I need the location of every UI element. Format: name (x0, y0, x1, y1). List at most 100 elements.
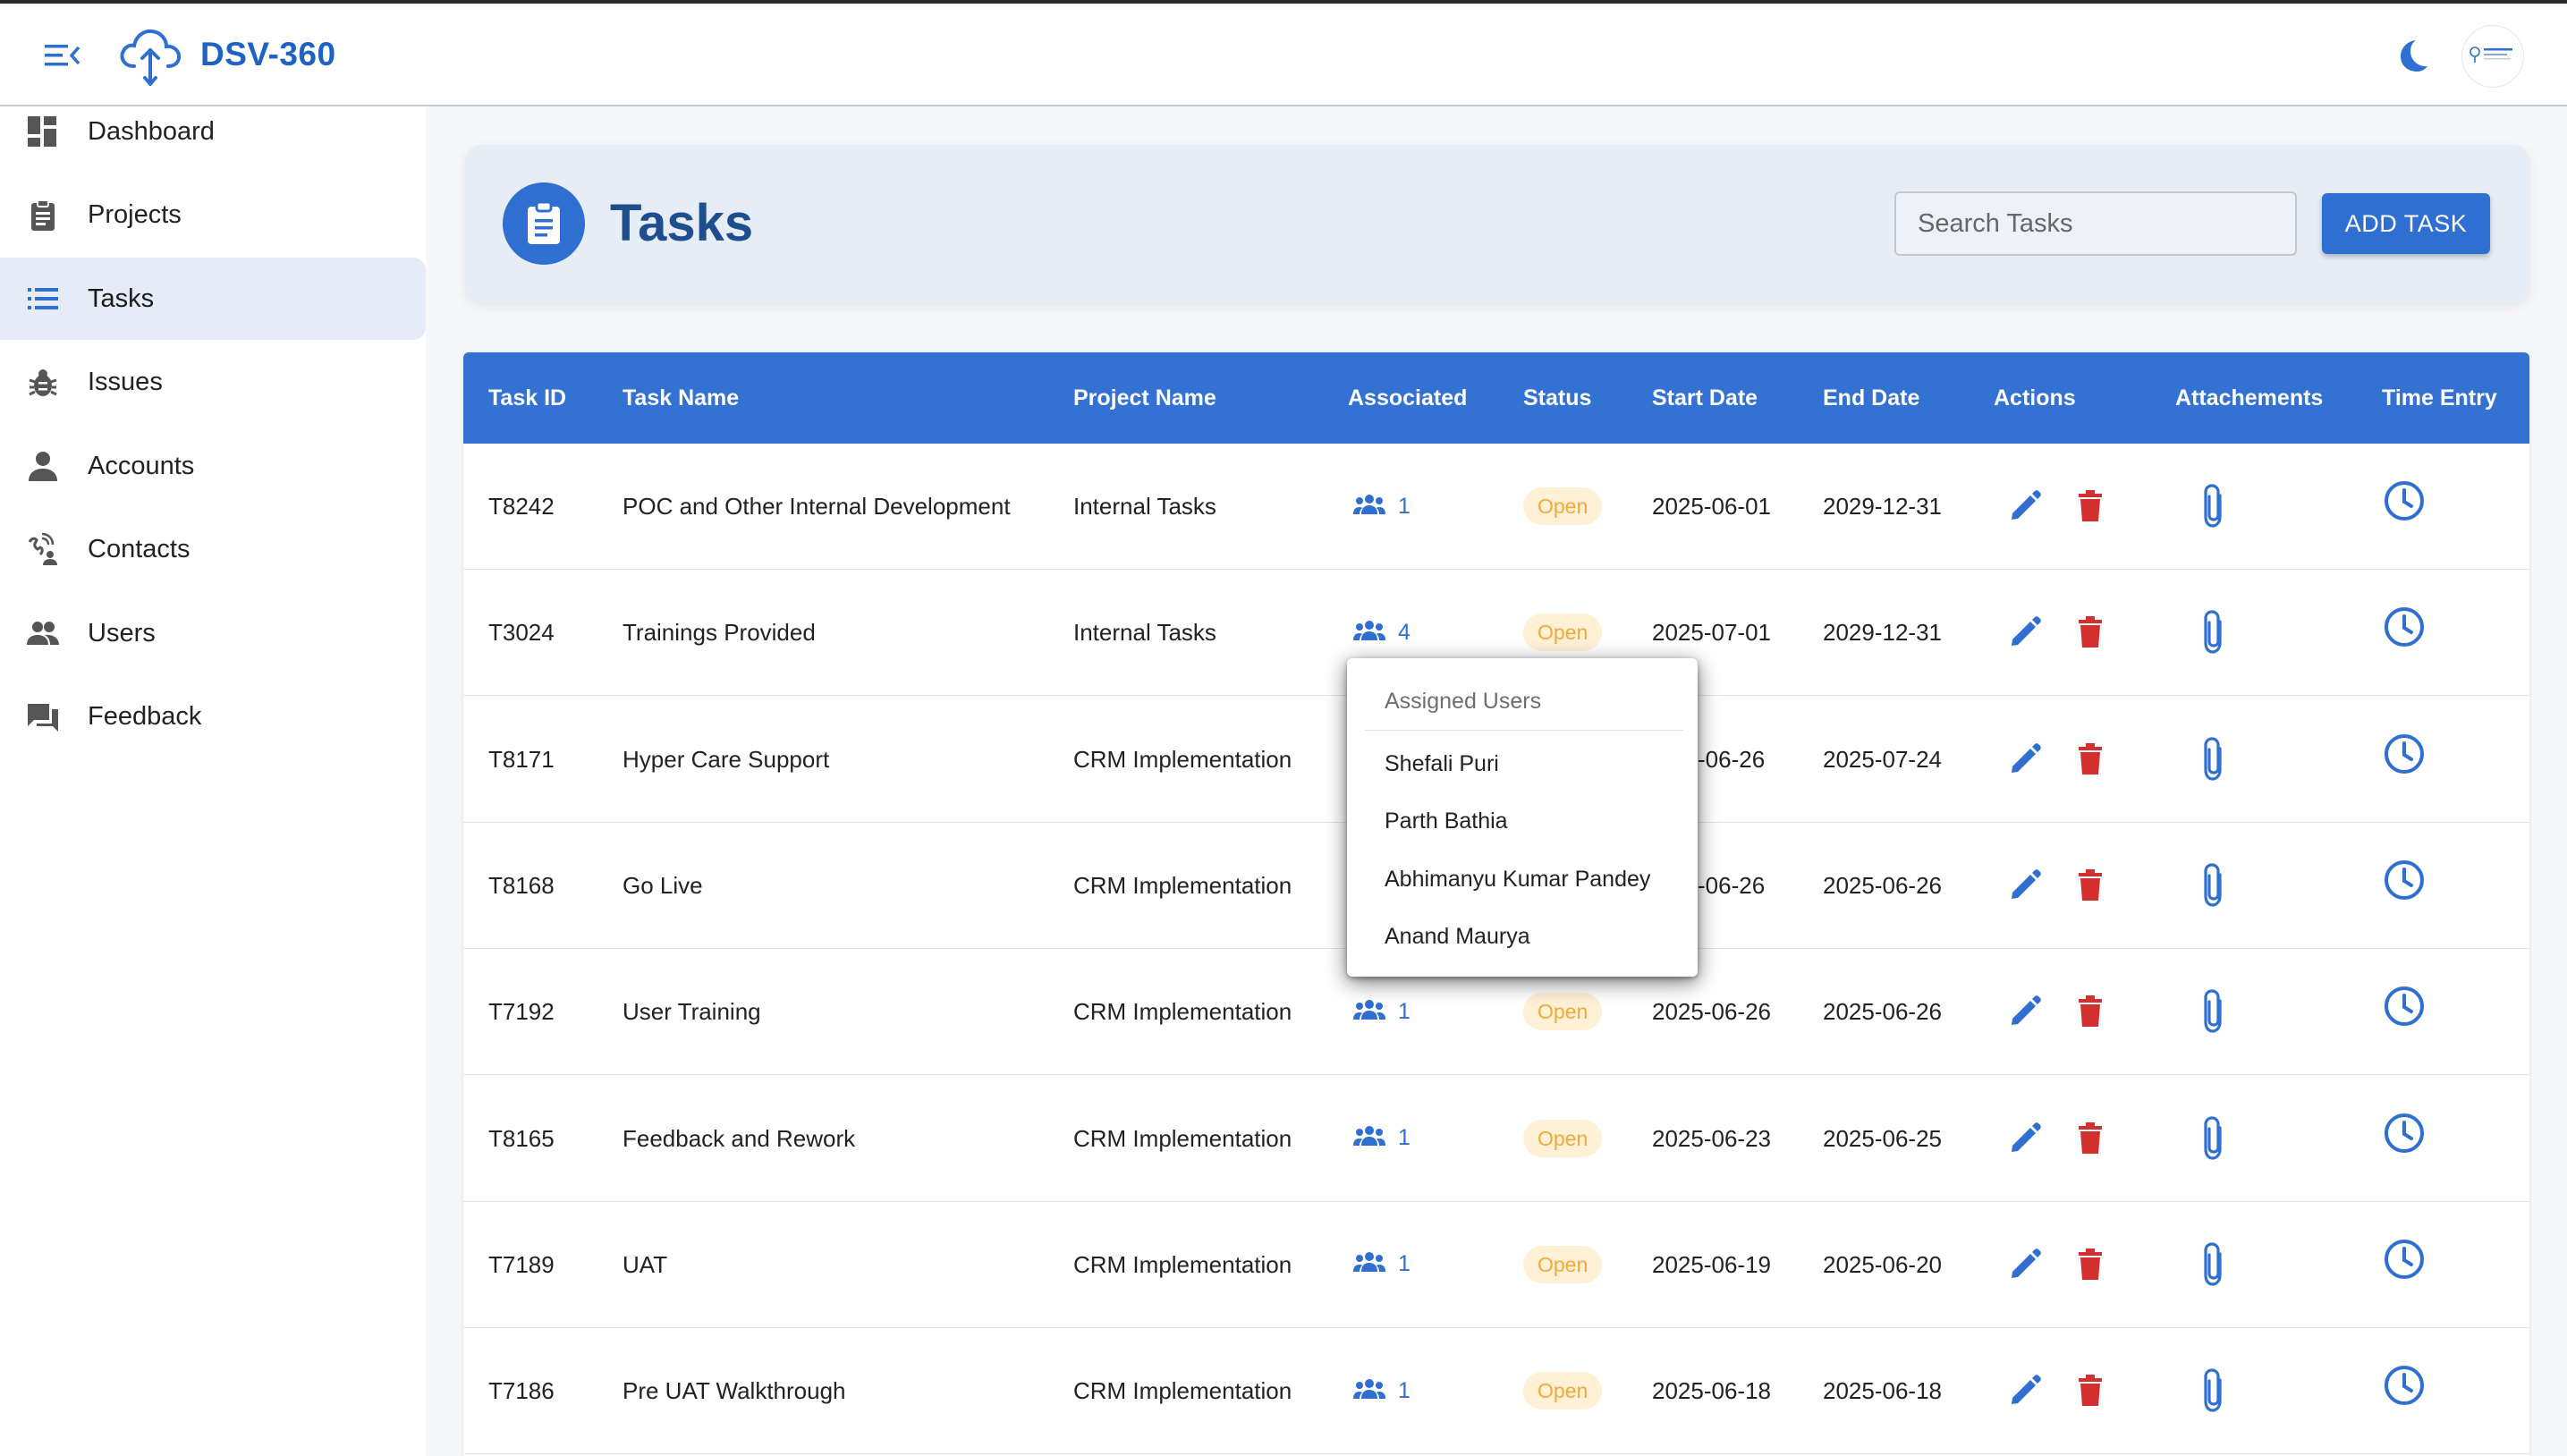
assigned-user[interactable]: Abhimanyu Kumar Pandey (1385, 867, 1650, 893)
table-row[interactable]: T7186 Pre UAT Walkthrough CRM Implementati… (463, 1328, 2529, 1455)
column-header[interactable]: Associated (1348, 352, 1467, 444)
trash-icon[interactable] (2077, 490, 2104, 522)
pencil-icon[interactable] (2008, 1122, 2042, 1155)
add-task-button[interactable]: ADD TASK (2322, 193, 2490, 254)
column-header[interactable]: Task ID (488, 352, 566, 444)
task-id: T7186 (488, 1377, 555, 1405)
table-row[interactable]: T7189 UAT CRM Implementation 1 Open 2025-06-1… (463, 1202, 2529, 1328)
menu-toggle-icon[interactable] (43, 39, 82, 72)
clock-icon[interactable] (2383, 859, 2426, 902)
project-name: Internal Tasks (1073, 619, 1216, 647)
paperclip-icon[interactable] (2198, 988, 2229, 1035)
start-date: -06-26 (1698, 745, 1766, 773)
trash-icon[interactable] (2077, 616, 2104, 648)
paperclip-icon[interactable] (2198, 1241, 2229, 1288)
cloud-upload-icon (114, 21, 186, 89)
search-input[interactable] (1894, 191, 2297, 256)
column-header[interactable]: Start Date (1652, 352, 1758, 444)
pencil-icon[interactable] (2008, 615, 2042, 649)
task-name[interactable]: Hyper Care Support (623, 697, 829, 822)
people-icon (1353, 1378, 1385, 1404)
table-row[interactable]: T8242 POC and Other Internal Development I… (463, 444, 2529, 570)
paperclip-icon[interactable] (2198, 736, 2229, 783)
user-avatar[interactable] (2461, 25, 2524, 88)
trash-icon[interactable] (2077, 1122, 2104, 1155)
sidebar-item-users[interactable]: Users (0, 592, 426, 674)
project-name: CRM Implementation (1073, 1377, 1292, 1405)
clock-icon[interactable] (2383, 732, 2426, 775)
clock-icon[interactable] (2383, 985, 2426, 1028)
sidebar-item-contacts[interactable]: Contacts (0, 509, 426, 591)
associated-users-button[interactable]: 4 (1353, 618, 1411, 647)
task-id: T8168 (488, 871, 555, 899)
paperclip-icon[interactable] (2198, 1367, 2229, 1414)
associated-count: 1 (1398, 998, 1411, 1024)
paperclip-icon[interactable] (2198, 483, 2229, 529)
associated-count: 1 (1398, 1125, 1411, 1150)
pencil-icon[interactable] (2008, 742, 2042, 776)
sidebar-item-label: Dashboard (88, 116, 215, 146)
sidebar-item-dashboard[interactable]: Dashboard (0, 90, 426, 173)
paperclip-icon[interactable] (2198, 862, 2229, 909)
clock-icon[interactable] (2383, 1364, 2426, 1407)
column-header[interactable]: Status (1523, 352, 1591, 444)
pencil-icon[interactable] (2008, 868, 2042, 902)
column-header[interactable]: Task Name (623, 352, 739, 444)
sidebar-item-projects[interactable]: Projects (0, 174, 426, 257)
trash-icon[interactable] (2077, 742, 2104, 775)
assigned-user[interactable]: Parth Bathia (1385, 808, 1508, 834)
chat-icon (25, 699, 61, 735)
task-name[interactable]: Trainings Provided (623, 570, 816, 695)
sidebar-item-issues[interactable]: Issues (0, 342, 426, 424)
assigned-user[interactable]: Anand Maurya (1385, 924, 1530, 950)
clock-icon[interactable] (2383, 1112, 2426, 1155)
task-name[interactable]: Feedback and Rework (623, 1076, 855, 1201)
trash-icon[interactable] (2077, 1375, 2104, 1407)
end-date: 2025-07-24 (1823, 745, 1942, 773)
trash-icon[interactable] (2077, 868, 2104, 902)
sidebar-item-accounts[interactable]: Accounts (0, 425, 426, 507)
task-name[interactable]: UAT (623, 1202, 667, 1327)
clipboard-icon (25, 198, 61, 233)
pencil-icon[interactable] (2008, 1374, 2042, 1408)
clock-icon[interactable] (2383, 605, 2426, 648)
dashboard-icon (25, 114, 61, 149)
trash-icon[interactable] (2077, 995, 2104, 1028)
associated-users-button[interactable]: 1 (1353, 492, 1411, 521)
associated-users-button[interactable]: 1 (1353, 1376, 1411, 1405)
pencil-icon[interactable] (2008, 1248, 2042, 1282)
associated-users-button[interactable]: 1 (1353, 1124, 1411, 1153)
sidebar-item-feedback[interactable]: Feedback (0, 676, 426, 758)
clock-icon[interactable] (2383, 1238, 2426, 1281)
list-icon (25, 281, 61, 317)
assigned-user[interactable]: Shefali Puri (1385, 751, 1499, 777)
pencil-icon[interactable] (2008, 489, 2042, 523)
associated-users-button[interactable]: 1 (1353, 1250, 1411, 1279)
pencil-icon[interactable] (2008, 995, 2042, 1029)
task-name[interactable]: Go Live (623, 823, 703, 948)
task-name[interactable]: User Training (623, 949, 761, 1074)
column-header[interactable]: Actions (1994, 352, 2076, 444)
column-header[interactable]: Project Name (1073, 352, 1216, 444)
paperclip-icon[interactable] (2198, 1115, 2229, 1162)
people-icon (1353, 1251, 1385, 1277)
sidebar-item-tasks[interactable]: Tasks (0, 258, 426, 340)
moon-icon[interactable] (2392, 36, 2431, 75)
column-header[interactable]: End Date (1823, 352, 1919, 444)
associated-users-button[interactable]: 1 (1353, 997, 1411, 1026)
paperclip-icon[interactable] (2198, 609, 2229, 656)
start-date: 2025-06-18 (1652, 1377, 1771, 1405)
sidebar-item-label: Projects (88, 200, 182, 229)
task-name[interactable]: POC and Other Internal Development (623, 444, 1011, 569)
task-name[interactable]: Pre UAT Walkthrough (623, 1328, 846, 1453)
sidebar: Dashboard Projects Tasks Issues Accounts Cont… (0, 106, 426, 1456)
column-header[interactable]: Time Entry (2382, 352, 2497, 444)
task-id: T3024 (488, 619, 555, 647)
column-header[interactable]: Attachements (2175, 352, 2323, 444)
table-row[interactable]: T8165 Feedback and Rework CRM Implementati… (463, 1076, 2529, 1202)
trash-icon[interactable] (2077, 1248, 2104, 1281)
clock-icon[interactable] (2383, 479, 2426, 522)
sidebar-item-label: Feedback (88, 702, 202, 731)
associated-count: 1 (1398, 493, 1411, 519)
task-id: T8171 (488, 745, 555, 773)
